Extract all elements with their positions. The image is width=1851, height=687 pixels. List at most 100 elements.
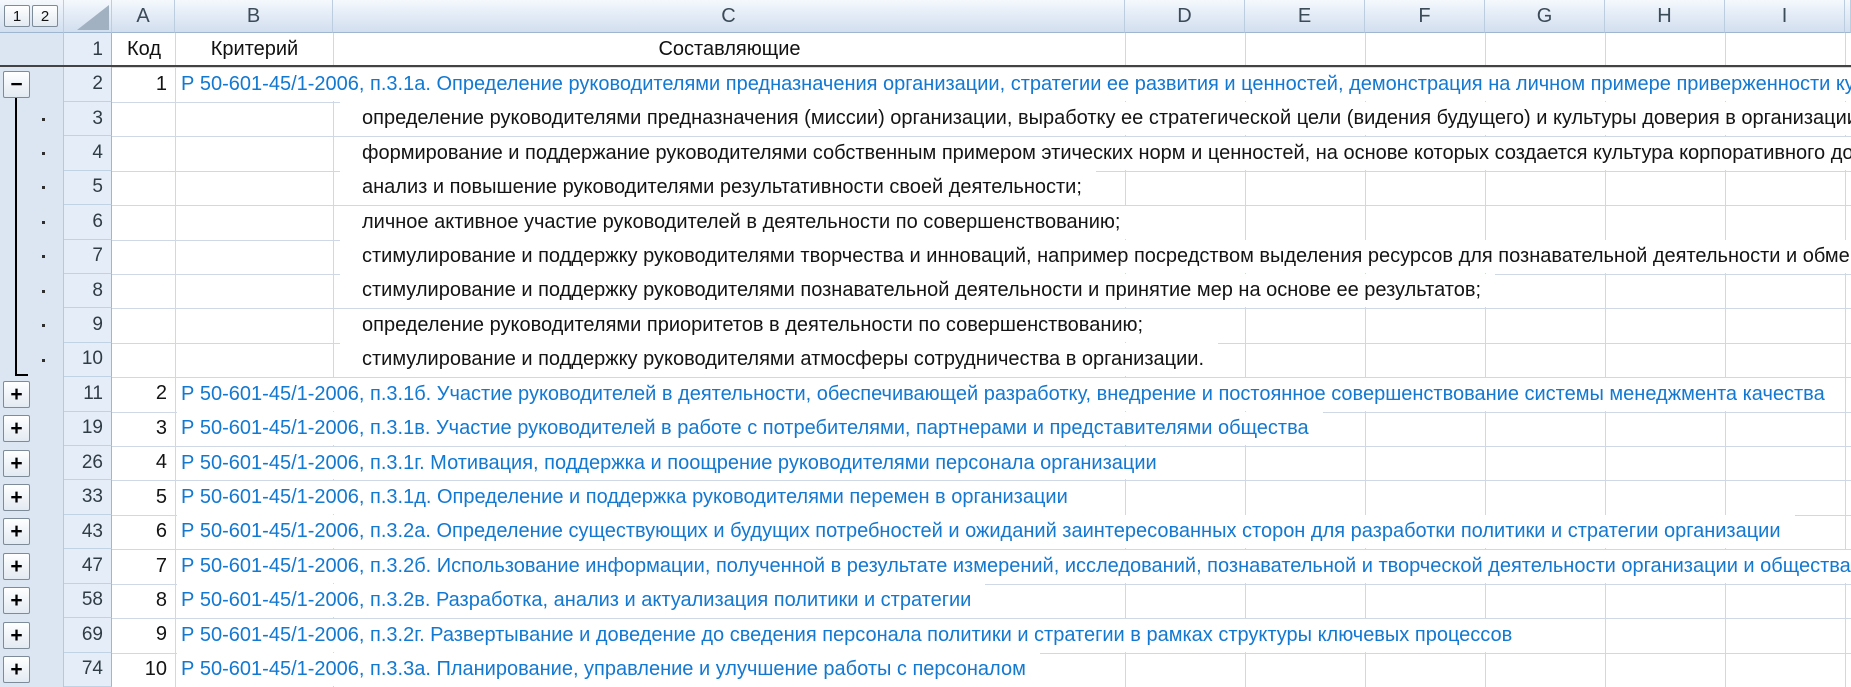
column-header-b[interactable]: B (175, 0, 333, 33)
cell-text[interactable]: Р 50-601-45/1-2006, п.3.2а. Определение … (177, 515, 1795, 548)
outline-connector-line (15, 98, 17, 376)
column-header-i[interactable]: I (1725, 0, 1845, 33)
expand-group-button[interactable]: + (3, 484, 30, 511)
row-header-74[interactable]: 74 (64, 653, 112, 687)
criterion-link-text: Р 50-601-45/1-2006, п.3.2г. Развертывани… (181, 624, 1512, 647)
column-header-h[interactable]: H (1605, 0, 1725, 33)
criterion-link-text: Р 50-601-45/1-2006, п.3.2б. Использовани… (181, 555, 1851, 578)
row-header-19[interactable]: 19 (64, 412, 112, 446)
row-header-1[interactable]: 1 (64, 33, 112, 67)
cell-text[interactable]: Р 50-601-45/1-2006, п.3.1в. Участие руко… (177, 412, 1323, 445)
cell-text[interactable]: стимулирование и поддержку руководителям… (340, 274, 1495, 307)
expand-group-button[interactable]: + (3, 553, 30, 580)
row-header-33[interactable]: 33 (64, 480, 112, 514)
cell-text[interactable]: Р 50-601-45/1-2006, п.3.1д. Определение … (177, 481, 1082, 514)
cell-code[interactable]: 6 (112, 515, 174, 548)
component-text: определение руководителями предназначени… (362, 107, 1851, 130)
component-text: личное активное участие руководителей в … (362, 211, 1120, 234)
expand-group-button[interactable]: + (3, 656, 30, 683)
row-header-4[interactable]: 4 (64, 136, 112, 170)
cell-code[interactable]: 9 (112, 618, 174, 651)
outline-level-1-button[interactable]: 1 (4, 5, 30, 27)
outline-dot-icon (42, 221, 45, 224)
criterion-link-text: Р 50-601-45/1-2006, п.3.1а. Определение … (181, 73, 1851, 96)
cell-text[interactable]: Р 50-601-45/1-2006, п.3.2в. Разработка, … (177, 584, 985, 617)
outline-level-2-button[interactable]: 2 (32, 5, 58, 27)
column-header-g[interactable]: G (1485, 0, 1605, 33)
cell-text[interactable]: анализ и повышение руководителями резуль… (340, 171, 1096, 204)
expand-group-button[interactable]: + (3, 381, 30, 408)
cell-text[interactable]: определение руководителями приоритетов в… (340, 309, 1157, 342)
expand-group-button[interactable]: + (3, 587, 30, 614)
expand-group-button[interactable]: + (3, 518, 30, 545)
row-header-2[interactable]: 2 (64, 67, 112, 101)
row-header-11[interactable]: 11 (64, 377, 112, 411)
component-text: анализ и повышение руководителями резуль… (362, 176, 1082, 199)
row-header-7[interactable]: 7 (64, 240, 112, 274)
select-all-button[interactable] (64, 0, 112, 33)
cell-text[interactable]: Р 50-601-45/1-2006, п.3.2б. Использовани… (177, 550, 1851, 583)
cell-text[interactable]: стимулирование и поддержку руководителям… (340, 343, 1218, 376)
cell-code[interactable]: 1 (112, 67, 174, 100)
row-header-5[interactable]: 5 (64, 171, 112, 205)
column-header-e[interactable]: E (1245, 0, 1365, 33)
row-header-9[interactable]: 9 (64, 308, 112, 342)
outline-dot-icon (42, 118, 45, 121)
column-header-a[interactable]: A (112, 0, 175, 33)
criterion-link-text: Р 50-601-45/1-2006, п.3.1б. Участие руко… (181, 383, 1825, 406)
cell-text[interactable]: Р 50-601-45/1-2006, п.3.1б. Участие руко… (177, 378, 1839, 411)
row-header-47[interactable]: 47 (64, 549, 112, 583)
cell-code[interactable]: 5 (112, 480, 174, 513)
cell-text[interactable]: Р 50-601-45/1-2006, п.3.3а. Планирование… (177, 653, 1040, 686)
spreadsheet-grid: 12ABCDEFGHI1КодКритерийСоставляющие21Р 5… (0, 0, 1851, 687)
select-all-triangle-icon (77, 5, 109, 30)
criterion-link-text: Р 50-601-45/1-2006, п.3.1д. Определение … (181, 486, 1068, 509)
row-header-58[interactable]: 58 (64, 584, 112, 618)
cell-code[interactable]: 8 (112, 584, 174, 617)
component-text: стимулирование и поддержку руководителям… (362, 245, 1851, 268)
column-header-f[interactable]: F (1365, 0, 1485, 33)
outline-connector-tick (15, 374, 28, 376)
expand-group-button[interactable]: + (3, 622, 30, 649)
component-text: стимулирование и поддержку руководителям… (362, 348, 1204, 371)
collapse-group-button[interactable]: − (3, 71, 30, 98)
cell-text[interactable]: определение руководителями предназначени… (340, 102, 1851, 135)
row-header-69[interactable]: 69 (64, 618, 112, 652)
column-header-partial[interactable] (1845, 0, 1851, 33)
criterion-link-text: Р 50-601-45/1-2006, п.3.1г. Мотивация, п… (181, 452, 1157, 475)
cell-text[interactable]: Р 50-601-45/1-2006, п.3.2г. Развертывани… (177, 619, 1526, 652)
criterion-link-text: Р 50-601-45/1-2006, п.3.1в. Участие руко… (181, 417, 1309, 440)
component-text: определение руководителями приоритетов в… (362, 314, 1143, 337)
column-header-d[interactable]: D (1125, 0, 1245, 33)
cell-text[interactable]: формирование и поддержание руководителям… (340, 137, 1851, 170)
cell-c1-sostavlyayushchie[interactable]: Составляющие (334, 33, 1125, 65)
row-header-10[interactable]: 10 (64, 343, 112, 377)
row-header-26[interactable]: 26 (64, 446, 112, 480)
cell-b1-kriterij[interactable]: Критерий (176, 33, 333, 65)
criterion-link-text: Р 50-601-45/1-2006, п.3.2в. Разработка, … (181, 589, 971, 612)
outline-dot-icon (42, 359, 45, 362)
cell-a1-kod[interactable]: Код (113, 33, 175, 65)
cell-code[interactable]: 4 (112, 446, 174, 479)
criterion-link-text: Р 50-601-45/1-2006, п.3.3а. Планирование… (181, 658, 1026, 681)
column-gridline (175, 33, 176, 687)
expand-group-button[interactable]: + (3, 450, 30, 477)
outline-dot-icon (42, 324, 45, 327)
column-header-c[interactable]: C (333, 0, 1125, 33)
row-header-6[interactable]: 6 (64, 205, 112, 239)
cell-text[interactable]: Р 50-601-45/1-2006, п.3.1а. Определение … (177, 68, 1851, 101)
cell-code[interactable]: 10 (112, 653, 174, 686)
row-header-43[interactable]: 43 (64, 515, 112, 549)
cell-code[interactable]: 2 (112, 377, 174, 410)
outline-dot-icon (42, 152, 45, 155)
cell-code[interactable]: 7 (112, 549, 174, 582)
cell-text[interactable]: Р 50-601-45/1-2006, п.3.1г. Мотивация, п… (177, 447, 1171, 480)
row1-bottom-divider (0, 65, 1851, 67)
outline-dot-icon (42, 290, 45, 293)
row-header-8[interactable]: 8 (64, 274, 112, 308)
cell-text[interactable]: личное активное участие руководителей в … (340, 206, 1134, 239)
cell-code[interactable]: 3 (112, 412, 174, 445)
expand-group-button[interactable]: + (3, 415, 30, 442)
row-header-3[interactable]: 3 (64, 102, 112, 136)
cell-text[interactable]: стимулирование и поддержку руководителям… (340, 240, 1851, 273)
